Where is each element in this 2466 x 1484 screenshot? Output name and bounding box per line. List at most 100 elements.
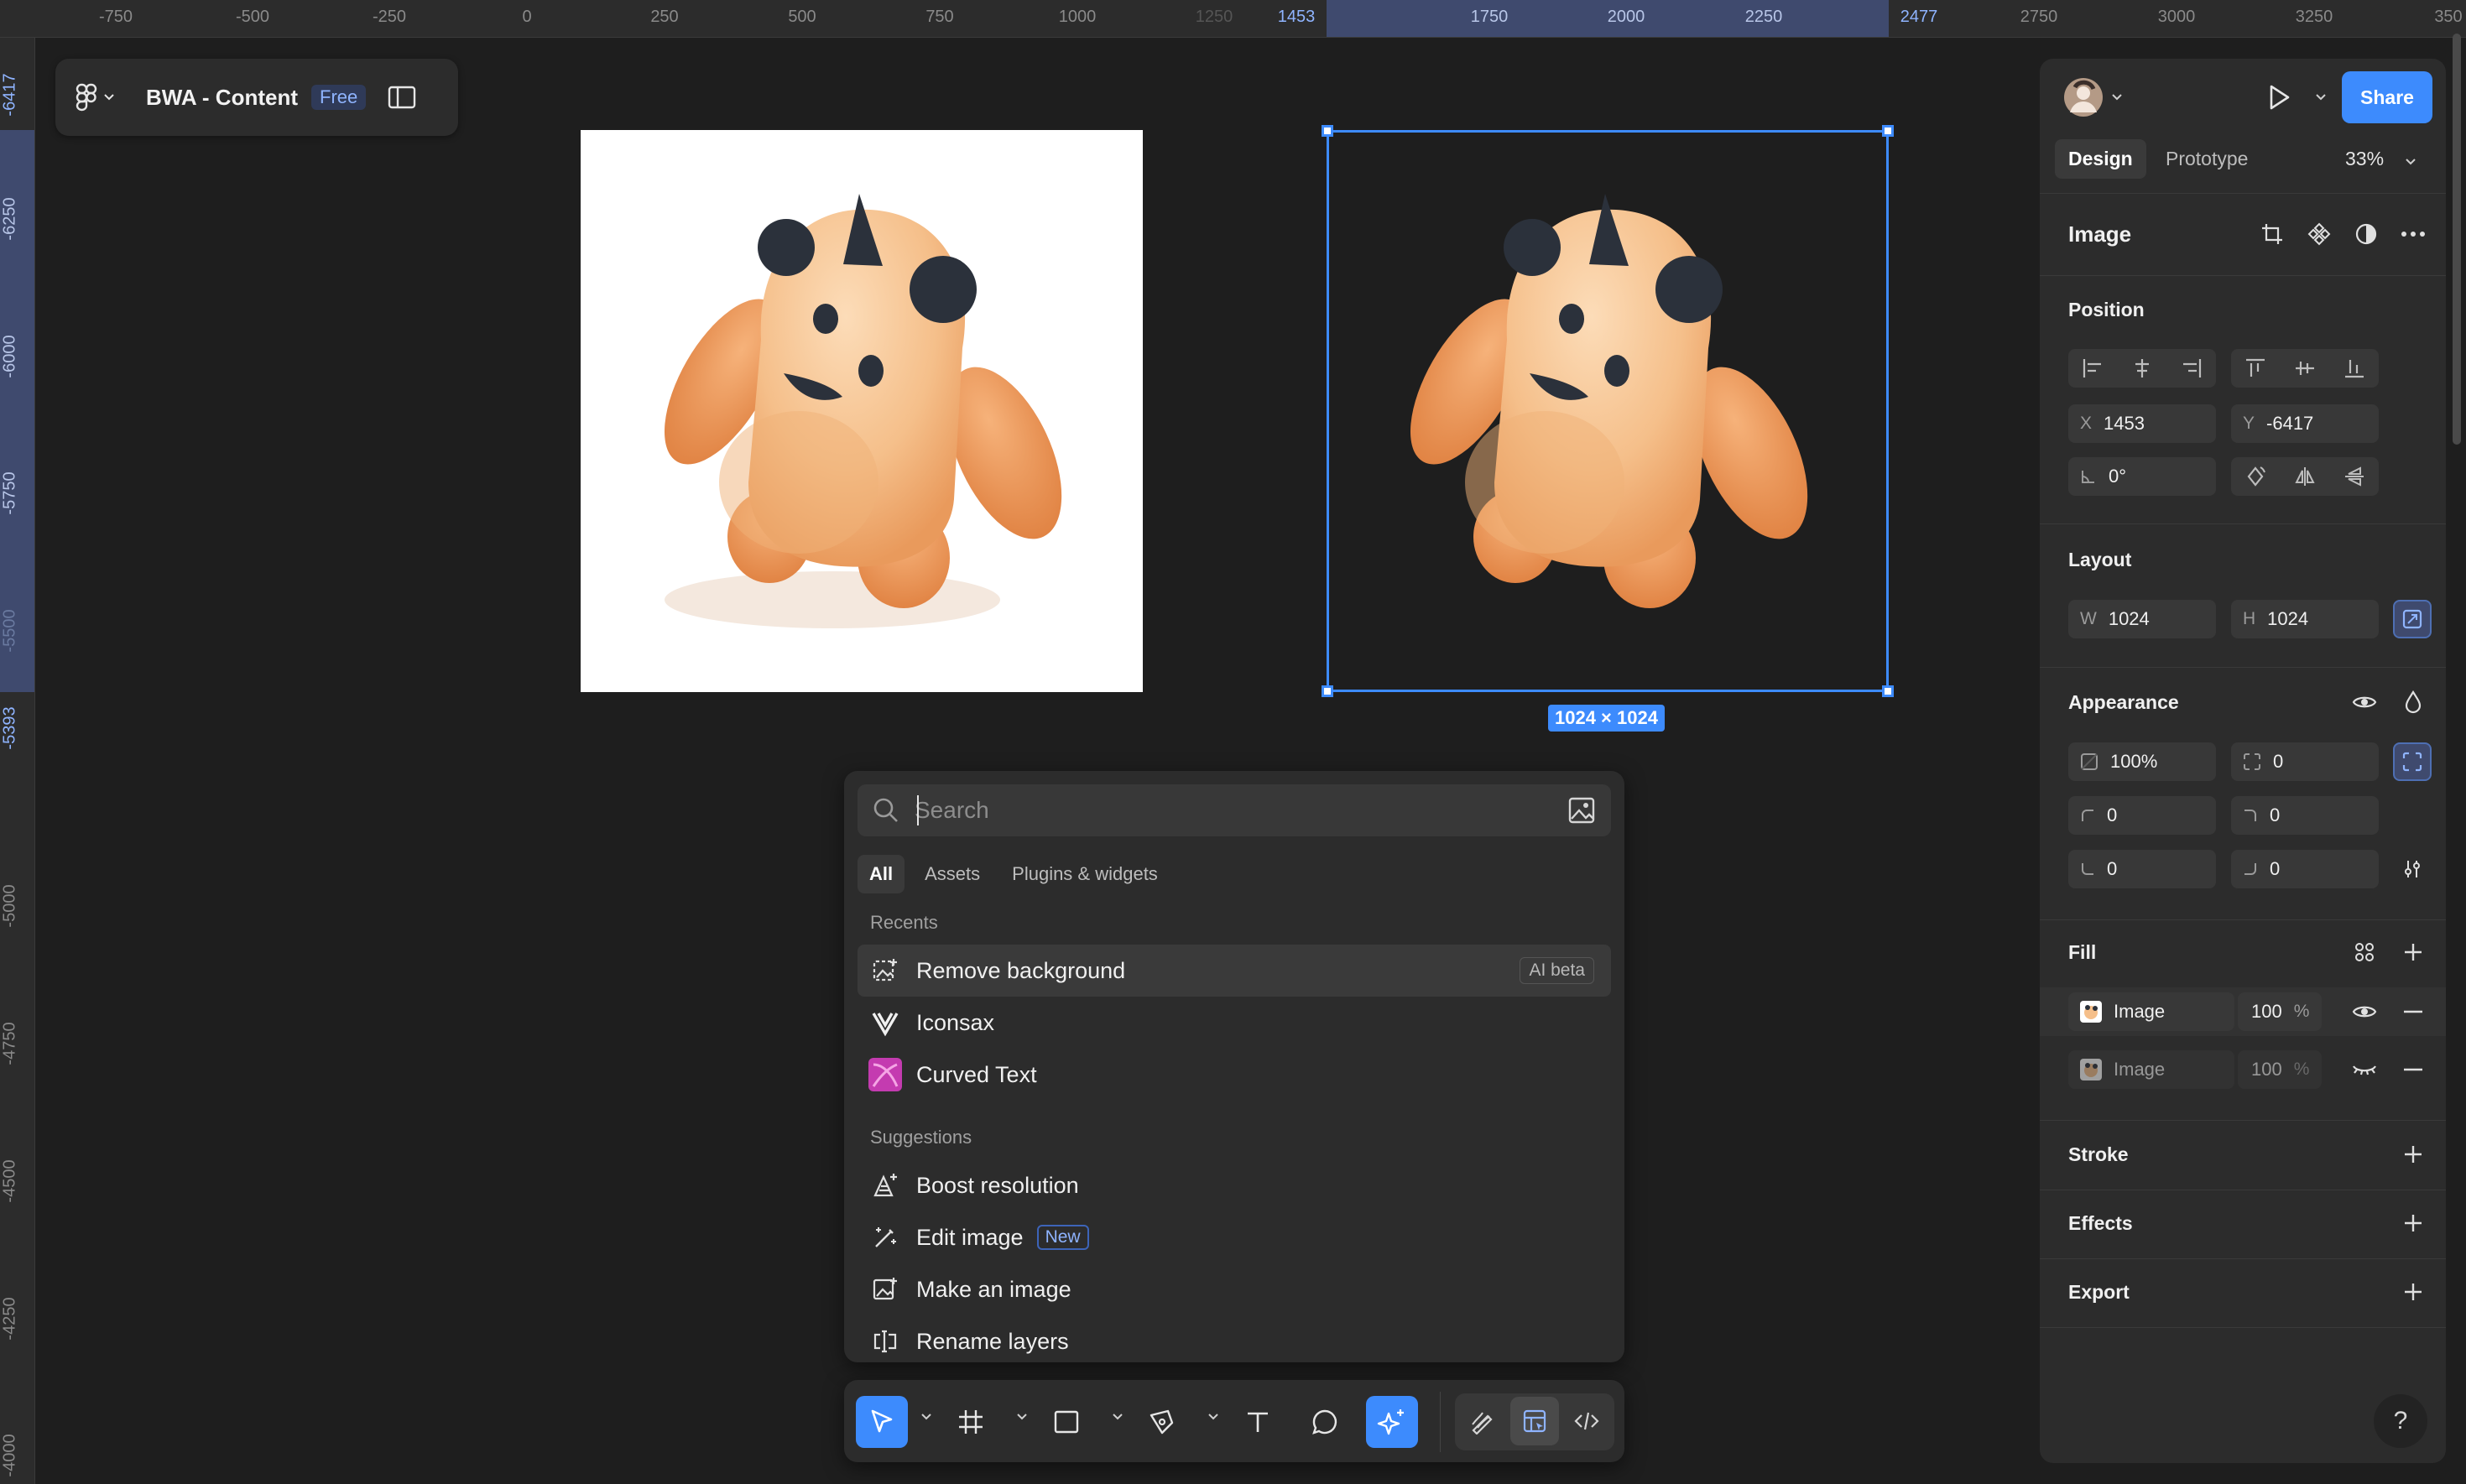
- shape-tool-button[interactable]: [1040, 1396, 1092, 1448]
- chevron-down-icon[interactable]: [1208, 1414, 1218, 1420]
- blend-mode-button[interactable]: [2394, 683, 2432, 721]
- radius-top-right-field[interactable]: 0: [2231, 796, 2379, 835]
- dev-mode-button[interactable]: [1562, 1397, 1611, 1445]
- ruler-label: 0: [522, 8, 532, 26]
- component-button[interactable]: [2300, 215, 2338, 253]
- corner-radius-field[interactable]: 0: [2231, 742, 2379, 781]
- move-tool-button[interactable]: [856, 1396, 908, 1448]
- present-button[interactable]: [2264, 82, 2294, 117]
- remove-fill-button[interactable]: [2394, 1050, 2432, 1089]
- quick-actions-search[interactable]: [858, 784, 1611, 836]
- sidebar-toggle-button[interactable]: [388, 86, 416, 109]
- rename-layers-icon: [868, 1325, 902, 1358]
- add-stroke-button[interactable]: [2394, 1135, 2432, 1174]
- flip-vertical-button[interactable]: [2343, 465, 2366, 488]
- zoom-level[interactable]: 33%: [2345, 148, 2416, 170]
- rotate-button[interactable]: [2244, 465, 2267, 488]
- list-item-iconsax[interactable]: Iconsax: [858, 997, 1611, 1049]
- more-options-button[interactable]: [2394, 215, 2432, 253]
- design-mode-button[interactable]: [1510, 1397, 1559, 1445]
- radius-bottom-left-field[interactable]: 0: [2068, 850, 2216, 888]
- rotation-field[interactable]: 0°: [2068, 457, 2216, 496]
- frame-tool-button[interactable]: [945, 1396, 997, 1448]
- x-position-field[interactable]: X 1453: [2068, 404, 2216, 443]
- draw-mode-button[interactable]: [1458, 1397, 1507, 1445]
- monster-image-original[interactable]: [581, 130, 1143, 692]
- avatar: [2064, 78, 2103, 117]
- fill-visibility-toggle[interactable]: [2345, 992, 2384, 1031]
- align-left-button[interactable]: [2081, 357, 2104, 380]
- fill-opacity-field[interactable]: 100 %: [2238, 1050, 2322, 1089]
- bottom-toolbar: [844, 1380, 1624, 1462]
- tab-design[interactable]: Design: [2055, 139, 2146, 179]
- radius-top-left-field[interactable]: 0: [2068, 796, 2216, 835]
- tab-all[interactable]: All: [858, 855, 905, 893]
- comment-tool-button[interactable]: [1299, 1396, 1351, 1448]
- list-item-edit-image[interactable]: Edit image New: [858, 1211, 1611, 1263]
- pen-tool-button[interactable]: [1136, 1396, 1188, 1448]
- constrain-proportions-button[interactable]: [2393, 600, 2432, 638]
- align-bottom-button[interactable]: [2343, 357, 2366, 380]
- add-effect-button[interactable]: [2394, 1204, 2432, 1242]
- chevron-down-icon[interactable]: [2316, 94, 2326, 101]
- list-item-rename-layers[interactable]: Rename layers: [858, 1315, 1611, 1362]
- panel-scrollbar[interactable]: [2453, 34, 2461, 445]
- resize-handle-bottom-left[interactable]: [1322, 685, 1333, 697]
- y-position-field[interactable]: Y -6417: [2231, 404, 2379, 443]
- component-icon: [2307, 222, 2331, 246]
- radius-bottom-right-field[interactable]: 0: [2231, 850, 2379, 888]
- radius-bottom-left-icon: [2082, 863, 2093, 875]
- resize-handle-top-left[interactable]: [1322, 125, 1333, 137]
- plan-badge[interactable]: Free: [311, 85, 367, 110]
- chevron-down-icon[interactable]: [1113, 1414, 1123, 1420]
- list-item-remove-background[interactable]: Remove background AI beta: [858, 945, 1611, 997]
- search-input[interactable]: [915, 791, 1552, 830]
- share-button[interactable]: Share: [2342, 71, 2432, 123]
- figma-menu-button[interactable]: [76, 83, 114, 112]
- height-field[interactable]: H 1024: [2231, 600, 2379, 638]
- fill-visibility-toggle[interactable]: [2345, 1050, 2384, 1089]
- selection-box[interactable]: [1322, 125, 1894, 697]
- fill-layer-swatch-field[interactable]: Image: [2068, 992, 2234, 1031]
- chevron-down-icon[interactable]: [921, 1414, 931, 1420]
- file-title[interactable]: BWA - Content: [146, 85, 298, 111]
- user-menu-button[interactable]: [2063, 77, 2122, 117]
- tab-prototype[interactable]: Prototype: [2166, 148, 2248, 170]
- ruler-label: -5000: [0, 884, 19, 928]
- list-item-make-image[interactable]: Make an image: [858, 1263, 1611, 1315]
- width-field[interactable]: W 1024: [2068, 600, 2216, 638]
- opacity-field[interactable]: 100%: [2068, 742, 2216, 781]
- flip-horizontal-button[interactable]: [2293, 465, 2317, 488]
- corner-smoothing-button[interactable]: [2393, 850, 2432, 888]
- resize-handle-bottom-right[interactable]: [1882, 685, 1894, 697]
- add-fill-button[interactable]: [2394, 933, 2432, 971]
- panel-divider: [2040, 919, 2446, 920]
- add-export-button[interactable]: [2394, 1273, 2432, 1311]
- independent-corners-button[interactable]: [2393, 742, 2432, 781]
- align-right-button[interactable]: [2180, 357, 2203, 380]
- align-center-h-button[interactable]: [2130, 357, 2154, 380]
- draw-icon: [1472, 1412, 1493, 1435]
- chevron-down-icon[interactable]: [1017, 1414, 1027, 1420]
- help-button[interactable]: ?: [2374, 1394, 2427, 1448]
- resize-handle-top-right[interactable]: [1882, 125, 1894, 137]
- list-item-curved-text[interactable]: Curved Text: [858, 1049, 1611, 1101]
- text-tool-button[interactable]: [1232, 1396, 1284, 1448]
- remove-background-icon: [868, 954, 902, 987]
- mask-button[interactable]: [2347, 215, 2385, 253]
- remove-fill-button[interactable]: [2394, 992, 2432, 1031]
- actions-button[interactable]: [1366, 1396, 1418, 1448]
- align-top-button[interactable]: [2244, 357, 2267, 380]
- radius-bottom-right-icon: [2244, 863, 2256, 875]
- align-middle-button[interactable]: [2293, 357, 2317, 380]
- crop-button[interactable]: [2253, 215, 2291, 253]
- ruler-label: -5500: [0, 609, 19, 653]
- fill-layer-swatch-field[interactable]: Image: [2068, 1050, 2234, 1089]
- fill-opacity-field[interactable]: 100 %: [2238, 992, 2322, 1031]
- tab-assets[interactable]: Assets: [913, 855, 992, 893]
- fill-styles-button[interactable]: [2345, 933, 2384, 971]
- visibility-toggle[interactable]: [2345, 683, 2384, 721]
- tab-plugins-widgets[interactable]: Plugins & widgets: [1000, 855, 1170, 893]
- image-search-icon[interactable]: [1567, 796, 1596, 825]
- list-item-boost-resolution[interactable]: Boost resolution: [858, 1159, 1611, 1211]
